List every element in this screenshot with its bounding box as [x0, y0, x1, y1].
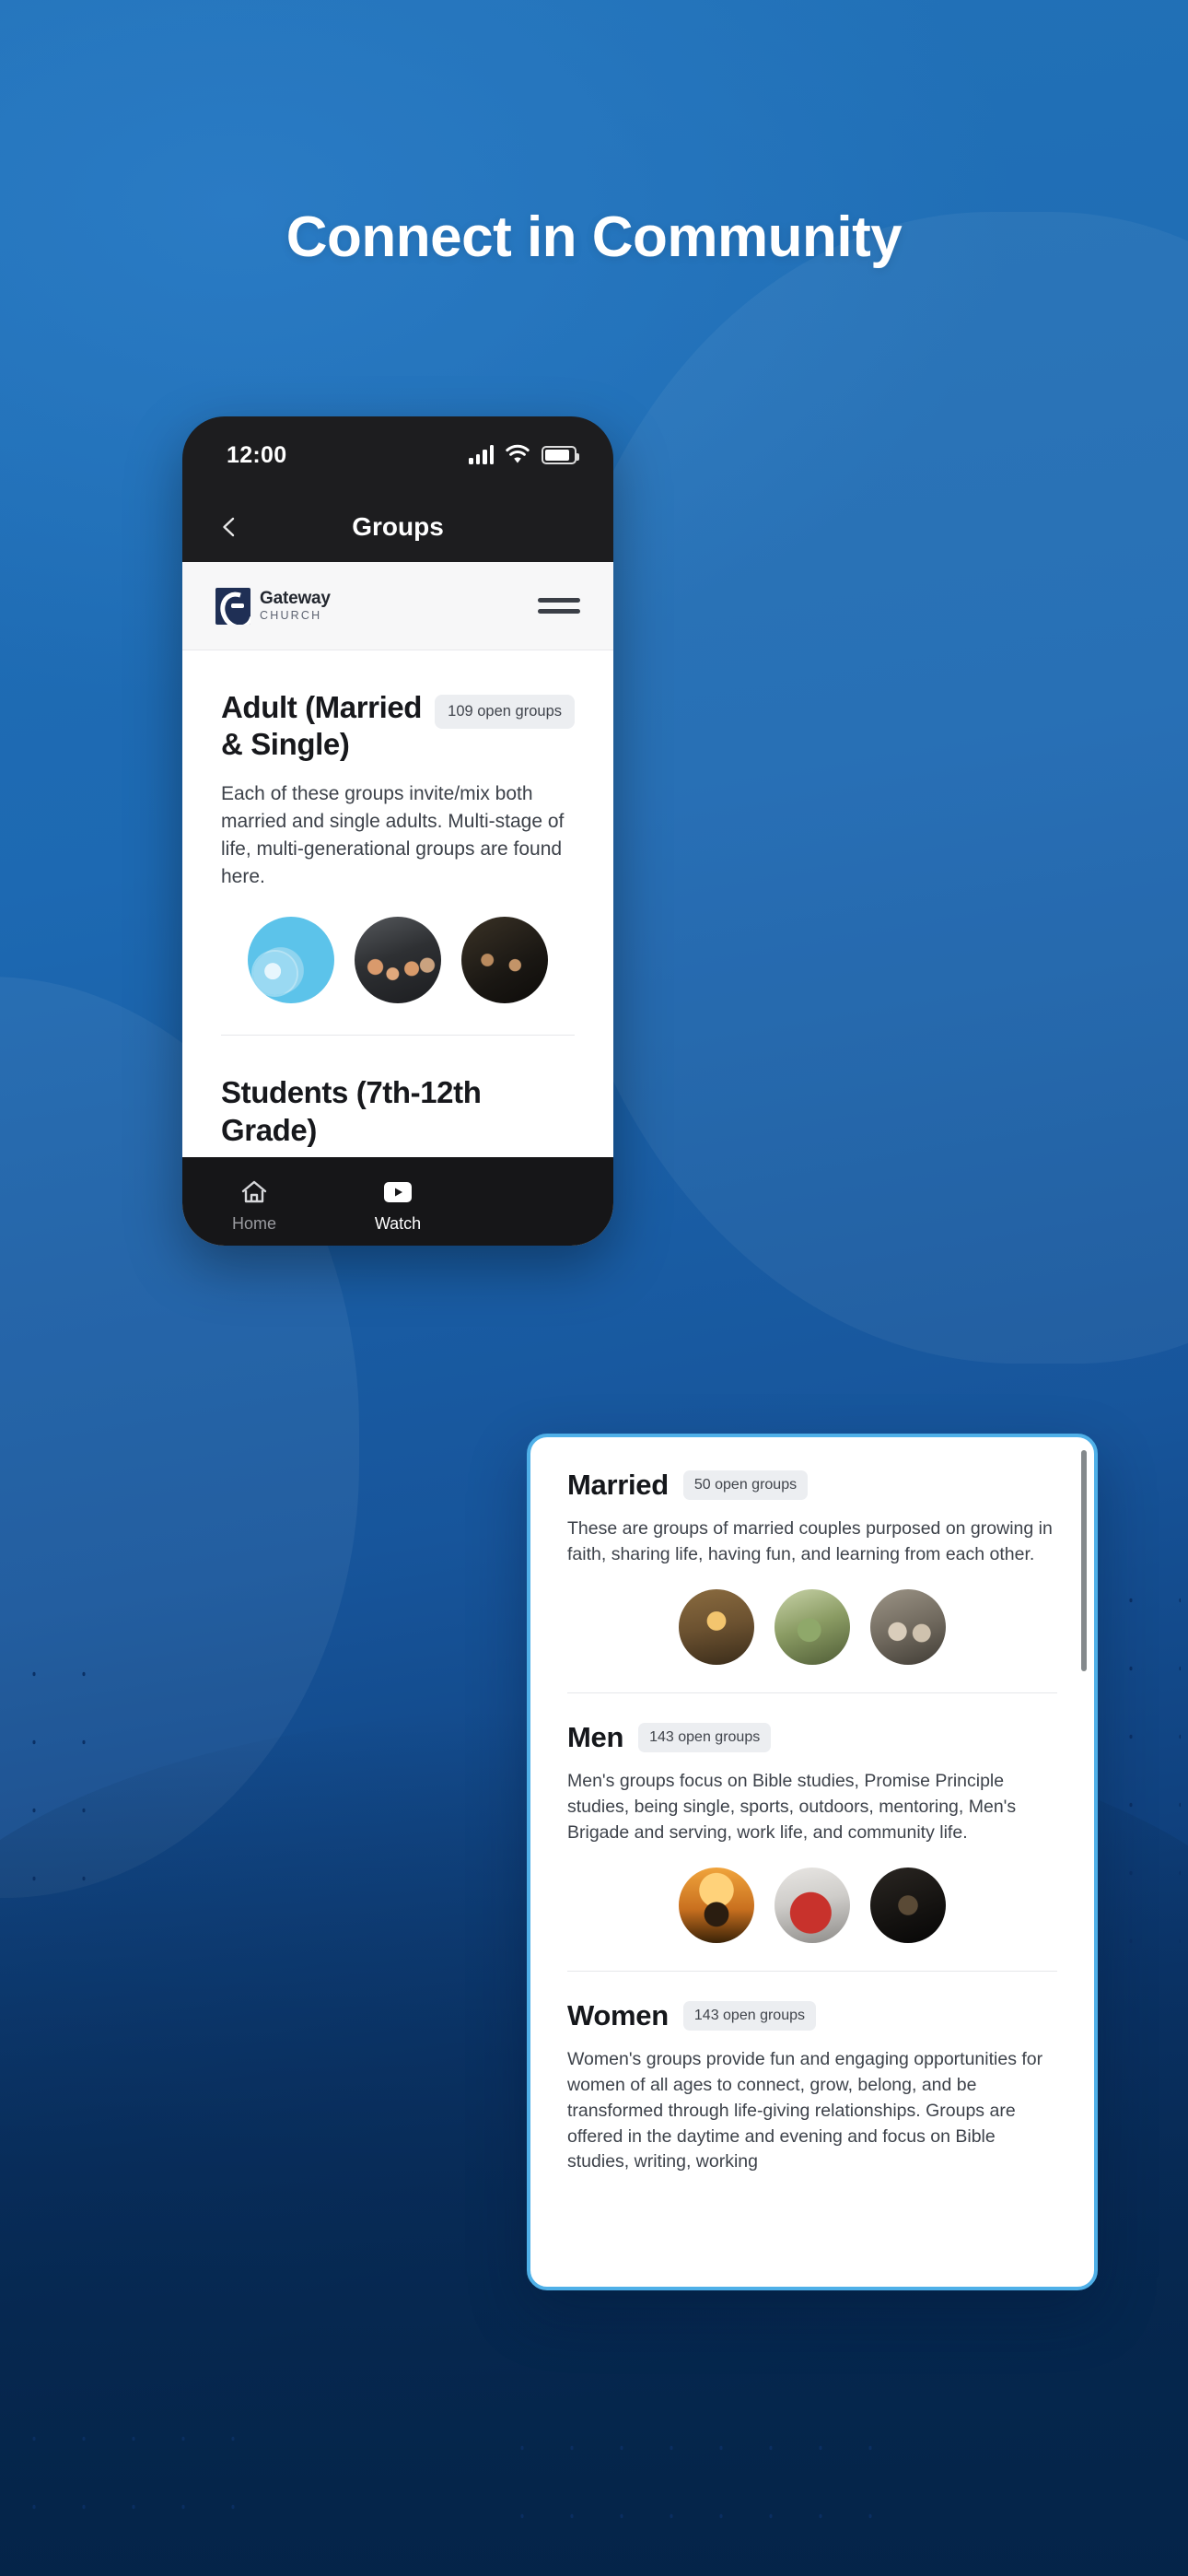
tab-watch[interactable]: Watch	[326, 1176, 470, 1234]
section-title: Students (7th-12th Grade)	[221, 1075, 482, 1147]
overlay-block-header: Men 143 open groups	[567, 1721, 1057, 1754]
gateway-g-logo-icon	[215, 587, 250, 625]
group-avatar[interactable]	[775, 1868, 850, 1944]
open-groups-badge: 50 open groups	[682, 1470, 809, 1500]
overlay-block-header: Women 143 open groups	[567, 1999, 1057, 2032]
group-avatar[interactable]	[870, 1589, 946, 1666]
overlay-block-description: Men's groups focus on Bible studies, Pro…	[567, 1771, 1017, 1843]
hero-title: Connect in Community	[285, 205, 903, 269]
group-types-overlay-card: Married 50 open groups These are groups …	[527, 1434, 1098, 2290]
status-bar-time: 12:00	[227, 442, 287, 468]
home-icon	[182, 1176, 326, 1209]
section-header: Students (7th-12th Grade)	[221, 1074, 575, 1149]
group-avatar[interactable]	[461, 917, 548, 1004]
logo-wordmark: Gateway CHURCH	[260, 590, 331, 622]
logo-name: Gateway	[260, 589, 331, 609]
signal-bars-icon	[469, 444, 494, 464]
section-divider	[567, 1971, 1057, 1973]
status-bar-icons	[469, 444, 579, 464]
group-avatar[interactable]	[679, 1589, 754, 1666]
overlay-block-description: These are groups of married couples purp…	[567, 1518, 1053, 1564]
overlay-block-header: Married 50 open groups	[567, 1469, 1057, 1502]
group-avatar[interactable]	[870, 1868, 946, 1944]
tab-label: Watch	[374, 1213, 422, 1233]
open-groups-badge: 109 open groups	[435, 695, 575, 729]
gateway-church-logo[interactable]: Gateway CHURCH	[215, 587, 331, 625]
bottom-tab-bar: Home Watch	[182, 1157, 613, 1246]
group-avatar[interactable]	[248, 917, 334, 1004]
section-title: Adult (Married & Single)	[221, 690, 423, 762]
section-header: Adult (Married & Single) 109 open groups	[221, 689, 575, 764]
open-groups-badge: 143 open groups	[638, 1723, 772, 1753]
app-header: Gateway CHURCH	[182, 562, 613, 650]
overlay-block-title: Women	[567, 1999, 669, 2032]
hamburger-menu-icon[interactable]	[538, 591, 580, 621]
app-content-scroll[interactable]: Adult (Married & Single) 109 open groups…	[182, 650, 613, 1246]
page-title: Groups	[352, 512, 444, 541]
dot-pattern-left-bottom	[9, 2405, 239, 2524]
phone-mockup: 12:00 Groups Gateway CHURCH Adult (Marri…	[182, 416, 613, 1246]
logo-subtitle: CHURCH	[260, 609, 322, 623]
section-description: Each of these groups invite/mix both mar…	[221, 782, 565, 888]
group-category-section: Adult (Married & Single) 109 open groups…	[182, 650, 613, 1036]
overlay-group-block: Married 50 open groups These are groups …	[567, 1469, 1057, 1695]
group-avatar-row	[221, 917, 575, 1004]
overlay-scroll-area[interactable]: Married 50 open groups These are groups …	[530, 1437, 1094, 2287]
group-avatar[interactable]	[679, 1868, 754, 1944]
overlay-block-title: Married	[567, 1469, 669, 1501]
section-divider	[567, 1692, 1057, 1694]
tab-home[interactable]: Home	[182, 1176, 326, 1234]
scrollbar-thumb[interactable]	[1081, 1450, 1087, 1671]
open-groups-badge: 143 open groups	[682, 2001, 816, 2032]
dot-pattern-right-bottom	[497, 2414, 884, 2524]
dot-pattern-left	[9, 1640, 129, 1944]
group-avatar[interactable]	[775, 1589, 850, 1666]
group-avatar[interactable]	[355, 917, 441, 1004]
group-avatar-row	[567, 1589, 1057, 1666]
app-navigation-bar: Groups	[182, 492, 613, 562]
wifi-icon	[506, 444, 530, 464]
overlay-block-description: Women's groups provide fun and engaging …	[567, 2049, 1043, 2172]
status-bar: 12:00	[182, 416, 613, 492]
overlay-group-block: Men 143 open groups Men's groups focus o…	[567, 1721, 1057, 1973]
tab-label: Home	[231, 1213, 276, 1233]
overlay-block-title: Men	[567, 1721, 624, 1754]
overlay-group-block: Women 143 open groups Women's groups pro…	[567, 1999, 1057, 2176]
group-avatar-row	[567, 1868, 1057, 1944]
battery-icon	[542, 446, 579, 464]
play-video-icon	[326, 1176, 470, 1209]
back-button[interactable]	[217, 515, 241, 539]
